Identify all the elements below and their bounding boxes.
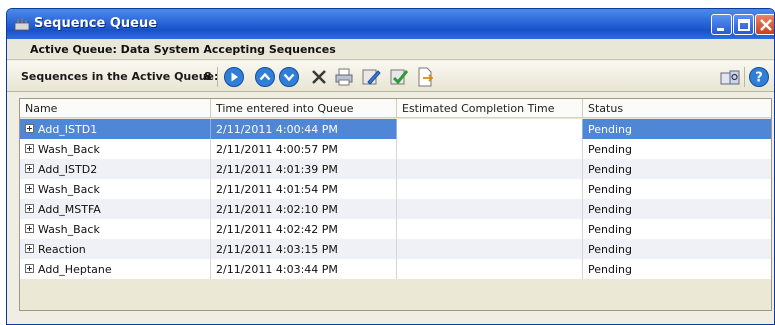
title-bar[interactable]: Sequence Queue [7, 9, 774, 39]
sequence-name: Wash_Back [38, 143, 100, 156]
toolbar-divider [217, 67, 218, 87]
sequence-count: 8 [204, 70, 212, 83]
sequence-table: Name Time entered into Queue Estimated C… [19, 98, 772, 311]
cell-time-entered: 2/11/2011 4:02:10 PM [211, 199, 397, 219]
cell-time-entered: 2/11/2011 4:01:39 PM [211, 159, 397, 179]
cell-name: Add_ISTD1 [20, 119, 211, 139]
cell-time-entered: 2/11/2011 4:00:57 PM [211, 139, 397, 159]
cell-status: Pending [588, 263, 632, 276]
queue-status-label: Active Queue: Data System Accepting Sequ… [7, 39, 774, 60]
cell-name: Add_MSTFA [20, 199, 211, 219]
cell-name: Wash_Back [20, 139, 211, 159]
table-row[interactable]: Wash_Back 2/11/2011 4:02:42 PM Pending [20, 219, 771, 239]
expand-icon[interactable] [25, 124, 34, 133]
minimize-button[interactable] [711, 14, 732, 35]
column-header-name[interactable]: Name [20, 99, 211, 118]
cell-estimated-completion [397, 139, 583, 159]
cell-estimated-completion [397, 179, 583, 199]
sequence-name: Wash_Back [38, 183, 100, 196]
close-icon [760, 19, 772, 31]
expand-icon[interactable] [25, 164, 34, 173]
svg-text:?: ? [755, 71, 763, 86]
toolbar-divider [744, 67, 745, 87]
sequence-queue-window: Sequence Queue Active Queue: Data System… [6, 8, 775, 325]
table-row[interactable]: Wash_Back 2/11/2011 4:00:57 PM Pending [20, 139, 771, 159]
column-header-status[interactable]: Status [583, 99, 773, 118]
cell-time-entered: 2/11/2011 4:00:44 PM [211, 119, 397, 139]
delete-icon [312, 70, 326, 84]
cell-name: Wash_Back [20, 179, 211, 199]
play-icon [224, 67, 244, 87]
table-row[interactable]: Add_Heptane 2/11/2011 4:03:44 PM Pending [20, 259, 771, 279]
table-row[interactable]: Add_MSTFA 2/11/2011 4:02:10 PM Pending [20, 199, 771, 219]
table-header: Name Time entered into Queue Estimated C… [20, 99, 771, 118]
help-button[interactable]: ? [748, 66, 770, 88]
cell-time-entered: 2/11/2011 4:03:15 PM [211, 239, 397, 259]
toolbar: Sequences in the Active Queue: 8 ? [7, 61, 774, 92]
table-row[interactable]: Add_ISTD2 2/11/2011 4:01:39 PM Pending [20, 159, 771, 179]
move-up-button[interactable] [254, 66, 276, 88]
expand-icon[interactable] [25, 144, 34, 153]
sequence-name: Add_ISTD2 [38, 163, 98, 176]
export-icon [418, 67, 434, 87]
table-row[interactable]: Wash_Back 2/11/2011 4:01:54 PM Pending [20, 179, 771, 199]
cell-status: Pending [588, 183, 632, 196]
cell-time-entered: 2/11/2011 4:03:44 PM [211, 259, 397, 279]
approve-sequence-button[interactable] [388, 66, 410, 88]
cell-name: Wash_Back [20, 219, 211, 239]
cell-status: Pending [588, 223, 632, 236]
column-header-estimated-completion[interactable]: Estimated Completion Time [397, 99, 583, 118]
expand-icon[interactable] [25, 224, 34, 233]
cell-status: Pending [588, 243, 632, 256]
cell-estimated-completion [397, 119, 583, 139]
sequence-name: Add_Heptane [38, 263, 112, 276]
sequence-name: Add_MSTFA [38, 203, 101, 216]
expand-icon[interactable] [25, 244, 34, 253]
expand-icon[interactable] [25, 264, 34, 273]
export-button[interactable] [414, 66, 436, 88]
move-down-icon [279, 67, 299, 87]
cell-status: Pending [588, 143, 632, 156]
move-up-icon [255, 67, 275, 87]
sequence-name: Add_ISTD1 [38, 123, 98, 136]
cell-estimated-completion [397, 239, 583, 259]
maximize-button[interactable] [733, 14, 754, 35]
maximize-icon [738, 19, 750, 31]
cell-estimated-completion [397, 199, 583, 219]
print-icon [335, 68, 353, 86]
cell-estimated-completion [397, 159, 583, 179]
cell-status: Pending [588, 203, 632, 216]
cell-estimated-completion [397, 219, 583, 239]
cell-status: Pending [588, 123, 632, 136]
delete-button[interactable] [308, 66, 330, 88]
cell-time-entered: 2/11/2011 4:01:54 PM [211, 179, 397, 199]
move-down-button[interactable] [278, 66, 300, 88]
table-row[interactable]: Reaction 2/11/2011 4:03:15 PM Pending [20, 239, 771, 259]
column-header-time-entered[interactable]: Time entered into Queue [211, 99, 397, 118]
window-title: Sequence Queue [34, 16, 158, 31]
sequence-name: Wash_Back [38, 223, 100, 236]
cell-status: Pending [588, 163, 632, 176]
minimize-icon [717, 28, 724, 31]
approve-icon [390, 69, 409, 85]
start-queue-button[interactable] [223, 66, 245, 88]
expand-icon[interactable] [25, 184, 34, 193]
sequence-count-label: Sequences in the Active Queue: [21, 70, 219, 83]
sequence-name: Reaction [38, 243, 86, 256]
view-icon [720, 70, 740, 85]
edit-sequence-button[interactable] [360, 66, 382, 88]
edit-icon [362, 69, 381, 85]
app-icon [14, 17, 30, 31]
expand-icon[interactable] [25, 204, 34, 213]
help-icon: ? [749, 67, 769, 87]
cell-name: Reaction [20, 239, 211, 259]
print-button[interactable] [333, 66, 355, 88]
table-row[interactable]: Add_ISTD1 2/11/2011 4:00:44 PM Pending [20, 119, 771, 139]
cell-estimated-completion [397, 259, 583, 279]
cell-time-entered: 2/11/2011 4:02:42 PM [211, 219, 397, 239]
cell-name: Add_ISTD2 [20, 159, 211, 179]
close-button[interactable] [755, 14, 774, 35]
view-button[interactable] [719, 66, 741, 88]
cell-name: Add_Heptane [20, 259, 211, 279]
